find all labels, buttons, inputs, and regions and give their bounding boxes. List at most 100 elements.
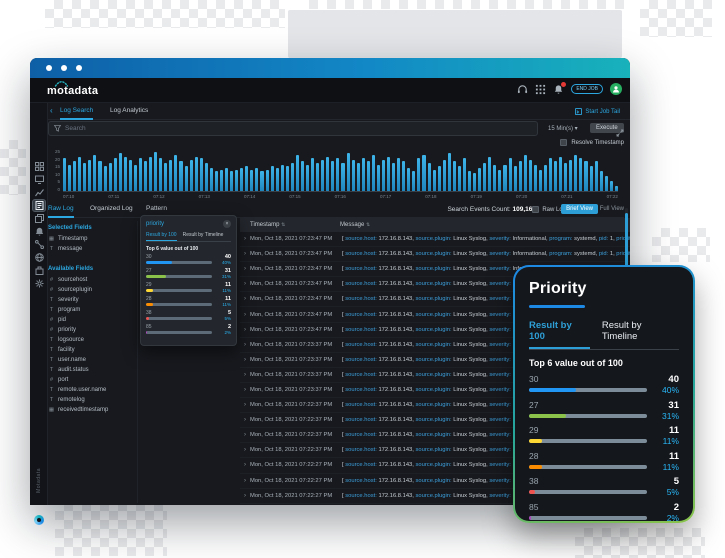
- priority-bar-track: [529, 490, 647, 494]
- column-message[interactable]: Message ⇅: [340, 222, 370, 228]
- row-expand-chevron-icon[interactable]: ›: [240, 296, 250, 302]
- priority-row-label: 85: [146, 324, 152, 330]
- start-job-tail-link[interactable]: Start Job Tail: [575, 108, 620, 115]
- row-expand-chevron-icon[interactable]: ›: [240, 478, 250, 484]
- row-expand-chevron-icon[interactable]: ›: [240, 281, 250, 287]
- histogram-bar: [352, 160, 355, 191]
- popup-tab-result-by-100[interactable]: Result by 100: [146, 232, 177, 241]
- tab-log-analytics[interactable]: Log Analytics: [110, 107, 148, 118]
- close-icon[interactable]: ×: [223, 220, 231, 228]
- field-item[interactable]: Taudit.status: [48, 365, 133, 375]
- priority-row-percent: 2%: [653, 513, 679, 523]
- row-expand-chevron-icon[interactable]: ›: [240, 493, 250, 499]
- user-avatar[interactable]: [610, 83, 622, 95]
- field-item[interactable]: Tprogram: [48, 305, 133, 315]
- histogram-bar: [164, 163, 167, 191]
- field-item[interactable]: #port: [48, 375, 133, 385]
- histogram-bar: [316, 163, 319, 191]
- field-item[interactable]: Tseverity: [48, 295, 133, 305]
- apps-grid-icon[interactable]: [535, 84, 546, 95]
- job-tail-icon: [575, 108, 582, 115]
- field-item[interactable]: #pid: [48, 315, 133, 325]
- resolve-timestamp-checkbox[interactable]: Resolve Timestamp: [560, 139, 624, 146]
- field-item[interactable]: ▦receivedtimestamp: [48, 405, 133, 415]
- table-row[interactable]: ›Mon, Oct 18, 2021 07:23:47 PM[ source.h…: [240, 232, 630, 247]
- tab-log-search[interactable]: Log Search: [60, 107, 93, 120]
- text-field-icon: T: [48, 297, 55, 303]
- priority-row-percent: 11%: [653, 436, 679, 446]
- row-expand-chevron-icon[interactable]: ›: [240, 417, 250, 423]
- workflow-icon: [35, 240, 44, 249]
- field-item[interactable]: Tuser.name: [48, 355, 133, 365]
- field-name: message: [58, 246, 82, 252]
- field-item[interactable]: #sourcehost: [48, 275, 133, 285]
- histogram-bar: [534, 165, 537, 191]
- row-expand-chevron-icon[interactable]: ›: [240, 387, 250, 393]
- tab-raw-log[interactable]: Raw Log: [48, 205, 74, 218]
- sort-icon[interactable]: ⇅: [366, 222, 370, 228]
- histogram-bar: [554, 161, 557, 191]
- card-tab-result-by-100[interactable]: Result by 100: [529, 320, 590, 349]
- row-expand-chevron-icon[interactable]: ›: [240, 447, 250, 453]
- histogram-bar: [88, 160, 91, 191]
- field-item[interactable]: ▦Timestamp: [48, 234, 133, 244]
- histogram-bar: [428, 163, 431, 191]
- histogram-bar: [83, 163, 86, 191]
- row-expand-chevron-icon[interactable]: ›: [240, 236, 250, 242]
- table-row[interactable]: ›Mon, Oct 18, 2021 07:23:47 PM[ source.h…: [240, 247, 630, 262]
- priority-row-percent: 11%: [215, 302, 231, 307]
- support-headset-icon[interactable]: [517, 84, 528, 95]
- priority-bar-fill: [529, 388, 576, 392]
- field-item[interactable]: Tmessage: [48, 244, 133, 254]
- popup-tab-result-by-timeline[interactable]: Result by Timeline: [183, 232, 224, 241]
- field-item[interactable]: Tfacility: [48, 345, 133, 355]
- sidebar-item-log-search[interactable]: [33, 200, 45, 211]
- x-axis-ticks: 07:1007:1107:1207:1307:1407:1507:1607:17…: [63, 194, 618, 199]
- search-input[interactable]: Search: [48, 121, 538, 136]
- tab-organized-log[interactable]: Organized Log: [90, 205, 133, 216]
- histogram-bar: [559, 157, 562, 191]
- notifications-bell-icon[interactable]: [553, 84, 564, 95]
- histogram-bars: [63, 150, 618, 192]
- sidebar-item-settings[interactable]: [33, 278, 45, 289]
- row-expand-chevron-icon[interactable]: ›: [240, 251, 250, 257]
- resolve-row: Resolve Timestamp: [48, 139, 624, 149]
- row-expand-chevron-icon[interactable]: ›: [240, 266, 250, 272]
- row-expand-chevron-icon[interactable]: ›: [240, 312, 250, 318]
- sidebar-item-workflow[interactable]: [33, 239, 45, 250]
- sidebar-item-network[interactable]: [33, 252, 45, 263]
- row-expand-chevron-icon[interactable]: ›: [240, 402, 250, 408]
- row-expand-chevron-icon[interactable]: ›: [240, 462, 250, 468]
- histogram-bar: [569, 160, 572, 191]
- sidebar-item-integrations[interactable]: [33, 265, 45, 276]
- field-name: sourcehost: [58, 277, 87, 283]
- histogram-bar: [387, 157, 390, 191]
- row-expand-chevron-icon[interactable]: ›: [240, 357, 250, 363]
- priority-row-bottom: 40%: [146, 260, 231, 265]
- card-tab-result-by-timeline[interactable]: Result by Timeline: [602, 320, 679, 349]
- field-item[interactable]: Tremotelog: [48, 395, 133, 405]
- time-range-dropdown[interactable]: 15 Min(s) ▾: [548, 125, 578, 132]
- sidebar-item-alerts[interactable]: [33, 226, 45, 237]
- field-item[interactable]: Tlogsource: [48, 335, 133, 345]
- field-item[interactable]: Tremote.user.name: [48, 385, 133, 395]
- field-item[interactable]: #sourceplugin: [48, 285, 133, 295]
- row-expand-chevron-icon[interactable]: ›: [240, 372, 250, 378]
- row-expand-chevron-icon[interactable]: ›: [240, 432, 250, 438]
- row-expand-chevron-icon[interactable]: ›: [240, 327, 250, 333]
- priority-row-percent: 40%: [653, 385, 679, 395]
- back-chevron-icon[interactable]: ‹: [50, 106, 53, 115]
- scrollbar-thumb[interactable]: [625, 213, 628, 268]
- column-timestamp[interactable]: Timestamp ⇅: [250, 222, 340, 228]
- brief-view-button[interactable]: Brief View: [561, 204, 598, 214]
- full-view-button[interactable]: Full View: [600, 206, 624, 212]
- x-tick-label: 07:21: [561, 194, 572, 199]
- sort-icon[interactable]: ⇅: [281, 222, 285, 228]
- window-control-dots[interactable]: [46, 65, 82, 71]
- histogram-bar: [483, 163, 486, 191]
- session-pill-button[interactable]: END JOB: [571, 84, 603, 94]
- sidebar-item-reports[interactable]: [33, 213, 45, 224]
- row-expand-chevron-icon[interactable]: ›: [240, 342, 250, 348]
- priority-row-percent: 5%: [653, 487, 679, 497]
- field-item[interactable]: #priority: [48, 325, 133, 335]
